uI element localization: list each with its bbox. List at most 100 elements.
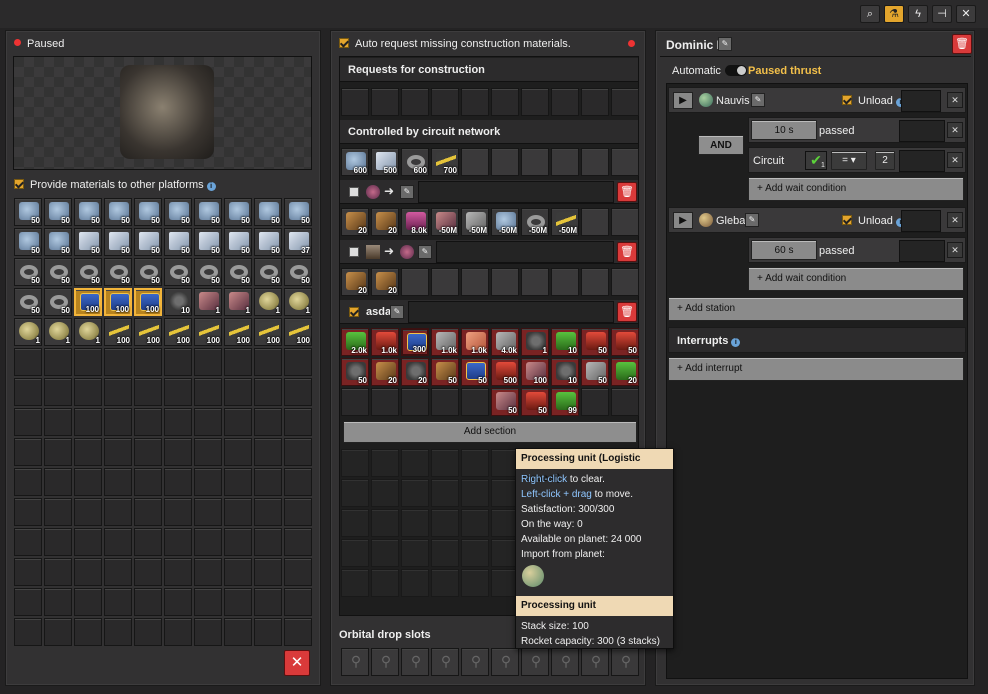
empty-slot[interactable]	[521, 268, 549, 296]
item-slot[interactable]: 50	[44, 228, 72, 256]
item-slot[interactable]: 8.0k	[401, 208, 429, 236]
empty-slot[interactable]	[461, 479, 489, 507]
item-slot[interactable]: 50	[104, 198, 132, 226]
empty-slot[interactable]	[341, 479, 369, 507]
time-value-1[interactable]: 10 s	[751, 120, 817, 140]
item-slot[interactable]: 50	[431, 358, 459, 386]
empty-slot[interactable]	[284, 378, 312, 406]
auto-request-checkbox[interactable]: Auto request missing construction materi…	[339, 38, 571, 50]
item-slot[interactable]: 50	[14, 228, 42, 256]
empty-slot[interactable]	[284, 558, 312, 586]
item-slot[interactable]: 20	[341, 268, 369, 296]
empty-slot[interactable]	[254, 468, 282, 496]
item-slot[interactable]: 20	[611, 358, 639, 386]
empty-slot[interactable]	[164, 558, 192, 586]
orbital-drop-slot[interactable]: ⚲	[611, 648, 639, 676]
section1-checkbox[interactable]	[349, 187, 359, 197]
orbital-drop-slot[interactable]: ⚲	[401, 648, 429, 676]
network-icon[interactable]: ⚗	[884, 5, 904, 23]
empty-slot[interactable]	[134, 498, 162, 526]
empty-slot[interactable]	[164, 528, 192, 556]
item-slot[interactable]: 100	[134, 318, 162, 346]
empty-slot[interactable]	[164, 468, 192, 496]
empty-slot[interactable]	[164, 588, 192, 616]
empty-slot[interactable]	[371, 509, 399, 537]
time-value-2[interactable]: 60 s	[751, 240, 817, 260]
empty-slot[interactable]	[371, 539, 399, 567]
empty-slot[interactable]	[164, 618, 192, 646]
search-icon[interactable]: ⌕	[860, 5, 880, 23]
empty-slot[interactable]	[104, 438, 132, 466]
add-interrupt-button[interactable]: + Add interrupt	[668, 357, 964, 381]
item-slot[interactable]: 50	[611, 328, 639, 356]
orbital-drop-slot[interactable]: ⚲	[581, 648, 609, 676]
empty-slot[interactable]	[401, 479, 429, 507]
empty-slot[interactable]	[284, 528, 312, 556]
empty-slot[interactable]	[521, 148, 549, 176]
item-slot[interactable]: -50M	[431, 208, 459, 236]
item-slot[interactable]: 1.0k	[461, 328, 489, 356]
empty-slot[interactable]	[581, 388, 609, 416]
empty-slot[interactable]	[134, 618, 162, 646]
lightning-icon[interactable]: ϟ	[908, 5, 928, 23]
empty-slot[interactable]	[14, 588, 42, 616]
empty-slot[interactable]	[431, 268, 459, 296]
empty-slot[interactable]	[74, 618, 102, 646]
empty-slot[interactable]	[104, 558, 132, 586]
item-slot[interactable]: 1	[521, 328, 549, 356]
empty-slot[interactable]	[74, 498, 102, 526]
item-slot[interactable]: 50	[194, 228, 222, 256]
item-slot[interactable]: 10	[551, 328, 579, 356]
item-slot[interactable]: 700	[431, 148, 459, 176]
orbital-drop-slot[interactable]: ⚲	[371, 648, 399, 676]
empty-slot[interactable]	[284, 348, 312, 376]
remove-condition-icon[interactable]: ✕	[947, 152, 963, 168]
empty-slot[interactable]	[224, 348, 252, 376]
close-icon[interactable]: ✕	[956, 5, 976, 23]
remove-condition-icon[interactable]: ✕	[947, 122, 963, 138]
empty-slot[interactable]	[134, 348, 162, 376]
item-slot[interactable]: -50M	[491, 208, 519, 236]
empty-slot[interactable]	[194, 588, 222, 616]
empty-slot[interactable]	[341, 569, 369, 597]
item-slot[interactable]: 50	[14, 288, 42, 316]
empty-slot[interactable]	[44, 618, 72, 646]
item-slot[interactable]: 500	[491, 358, 519, 386]
delete-platform-button[interactable]: 🗑	[952, 34, 972, 54]
item-slot[interactable]: 50	[254, 258, 282, 286]
add-section-button[interactable]: Add section	[343, 421, 637, 443]
empty-slot[interactable]	[611, 88, 639, 116]
empty-slot[interactable]	[401, 569, 429, 597]
empty-slot[interactable]	[401, 509, 429, 537]
empty-slot[interactable]	[14, 408, 42, 436]
empty-slot[interactable]	[104, 408, 132, 436]
item-slot[interactable]: 50	[194, 258, 222, 286]
item-slot[interactable]: 50	[491, 388, 519, 416]
automatic-toggle[interactable]: Automatic	[672, 65, 751, 77]
delete-section2-button[interactable]: 🗑	[617, 242, 637, 262]
item-slot[interactable]: 1	[74, 318, 102, 346]
empty-slot[interactable]	[254, 408, 282, 436]
empty-slot[interactable]	[284, 468, 312, 496]
empty-slot[interactable]	[551, 148, 579, 176]
empty-slot[interactable]	[14, 468, 42, 496]
empty-slot[interactable]	[461, 539, 489, 567]
empty-slot[interactable]	[611, 148, 639, 176]
item-slot[interactable]: 50	[341, 358, 369, 386]
empty-slot[interactable]	[14, 618, 42, 646]
item-slot[interactable]: 50	[14, 198, 42, 226]
empty-slot[interactable]	[74, 378, 102, 406]
provide-materials-checkbox[interactable]: Provide materials to other platforms i	[14, 179, 216, 191]
remove-station-icon[interactable]: ✕	[947, 92, 963, 108]
empty-slot[interactable]	[461, 388, 489, 416]
orbital-drop-slot[interactable]: ⚲	[491, 648, 519, 676]
item-slot[interactable]: 50	[581, 328, 609, 356]
empty-slot[interactable]	[551, 88, 579, 116]
empty-slot[interactable]	[461, 509, 489, 537]
item-slot[interactable]: 100	[194, 318, 222, 346]
empty-slot[interactable]	[44, 438, 72, 466]
item-slot[interactable]: 37	[284, 228, 312, 256]
empty-slot[interactable]	[194, 498, 222, 526]
item-slot[interactable]: 100	[164, 318, 192, 346]
orbital-drop-slot[interactable]: ⚲	[461, 648, 489, 676]
